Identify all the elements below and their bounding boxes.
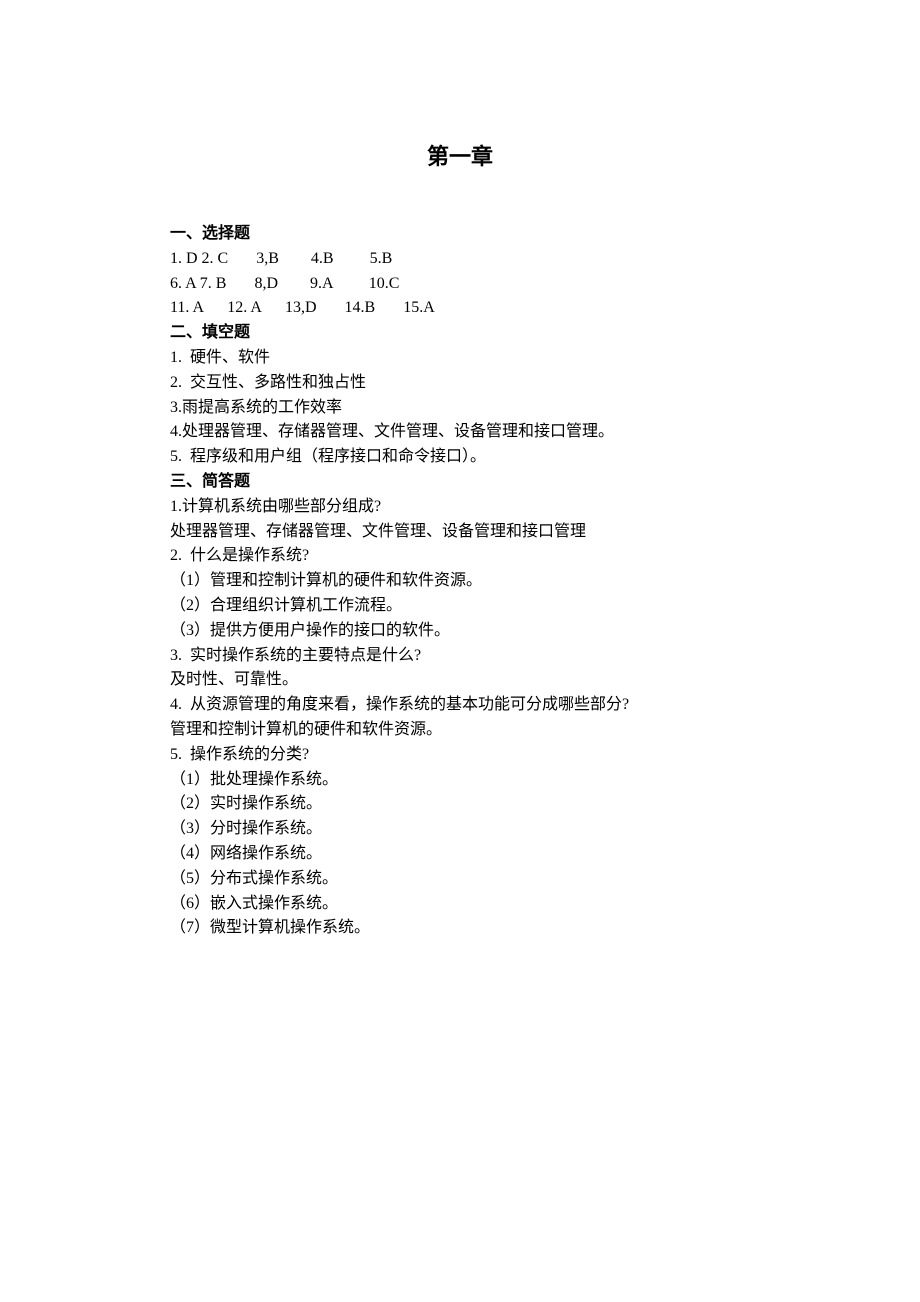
text-line: 4. 从资源管理的角度来看，操作系统的基本功能可分成哪些部分?: [170, 693, 750, 718]
text-line: 5. 操作系统的分类?: [170, 743, 750, 768]
section-3-heading: 三、简答题: [170, 470, 750, 495]
text-line: （1）批处理操作系统。: [170, 768, 750, 793]
text-line: 5. 程序级和用户组（程序接口和命令接口）。: [170, 445, 750, 470]
text-line: 2. 交互性、多路性和独占性: [170, 371, 750, 396]
text-line: （5）分布式操作系统。: [170, 867, 750, 892]
text-line: 1.计算机系统由哪些部分组成?: [170, 495, 750, 520]
text-line: （1）管理和控制计算机的硬件和软件资源。: [170, 569, 750, 594]
text-line: 11. A 12. A 13,D 14.B 15.A: [170, 296, 750, 321]
text-line: （3）提供方便用户操作的接口的软件。: [170, 619, 750, 644]
text-line: （3）分时操作系统。: [170, 817, 750, 842]
text-line: 及时性、可靠性。: [170, 668, 750, 693]
section-3: 三、简答题 1.计算机系统由哪些部分组成? 处理器管理、存储器管理、文件管理、设…: [170, 470, 750, 941]
text-line: 3. 实时操作系统的主要特点是什么?: [170, 644, 750, 669]
text-line: 处理器管理、存储器管理、文件管理、设备管理和接口管理: [170, 520, 750, 545]
section-1-heading: 一、选择题: [170, 222, 750, 247]
text-line: 1. D 2. C 3,B 4.B 5.B: [170, 247, 750, 272]
text-line: （4）网络操作系统。: [170, 842, 750, 867]
text-line: 管理和控制计算机的硬件和软件资源。: [170, 718, 750, 743]
section-2-heading: 二、填空题: [170, 321, 750, 346]
text-line: 2. 什么是操作系统?: [170, 544, 750, 569]
chapter-title: 第一章: [170, 140, 750, 174]
text-line: （7）微型计算机操作系统。: [170, 916, 750, 941]
text-line: （6）嵌入式操作系统。: [170, 892, 750, 917]
text-line: （2）合理组织计算机工作流程。: [170, 594, 750, 619]
section-2: 二、填空题 1. 硬件、软件 2. 交互性、多路性和独占性 3.雨提高系统的工作…: [170, 321, 750, 470]
section-1: 一、选择题 1. D 2. C 3,B 4.B 5.B 6. A 7. B 8,…: [170, 222, 750, 321]
text-line: 1. 硬件、软件: [170, 346, 750, 371]
text-line: 6. A 7. B 8,D 9.A 10.C: [170, 272, 750, 297]
text-line: 3.雨提高系统的工作效率: [170, 396, 750, 421]
text-line: （2）实时操作系统。: [170, 792, 750, 817]
text-line: 4.处理器管理、存储器管理、文件管理、设备管理和接口管理。: [170, 420, 750, 445]
